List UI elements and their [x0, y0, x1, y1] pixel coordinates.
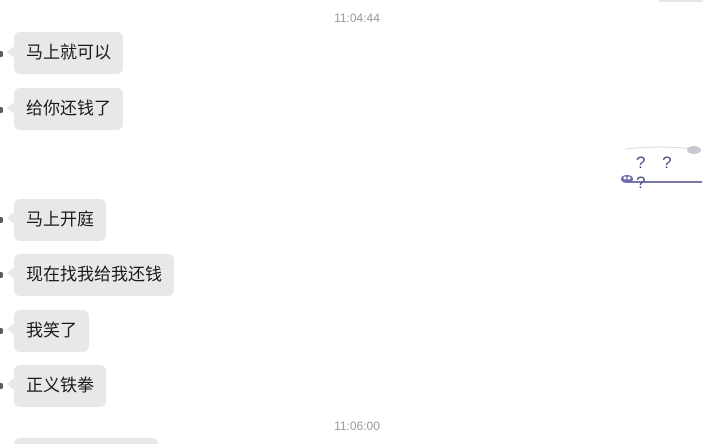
message-bubble[interactable]: 马上就可以 [14, 32, 123, 74]
bubble-tail [7, 378, 14, 390]
sticker-message[interactable]: ? ? ? [620, 143, 702, 192]
avatar [0, 272, 3, 278]
bubble-tail [7, 102, 14, 114]
message-bubble[interactable]: 给你还钱了 [14, 88, 123, 130]
avatar [0, 217, 3, 223]
timestamp: 11:06:00 [334, 419, 380, 433]
partial-element [659, 0, 703, 2]
message-bubble[interactable]: 现在找我给我还钱 [14, 254, 174, 296]
timestamp: 11:04:44 [334, 11, 380, 25]
message-bubble-partial[interactable] [14, 438, 158, 444]
message-bubble[interactable]: 马上开庭 [14, 199, 106, 241]
bubble-tail [7, 267, 14, 279]
chat-view: 11:04:44 马上就可以 给你还钱了 ? ? ? 马上开庭 现在找我给我还钱… [0, 0, 725, 444]
bubble-tail [7, 323, 14, 335]
bubble-tail [7, 212, 14, 224]
message-bubble[interactable]: 正义铁拳 [14, 365, 106, 407]
avatar [0, 107, 3, 113]
avatar [0, 51, 3, 57]
message-bubble[interactable]: 我笑了 [14, 310, 89, 352]
avatar [0, 383, 3, 389]
avatar [0, 328, 3, 334]
bubble-tail [7, 46, 14, 58]
sticker-text: ? ? ? [636, 153, 678, 192]
